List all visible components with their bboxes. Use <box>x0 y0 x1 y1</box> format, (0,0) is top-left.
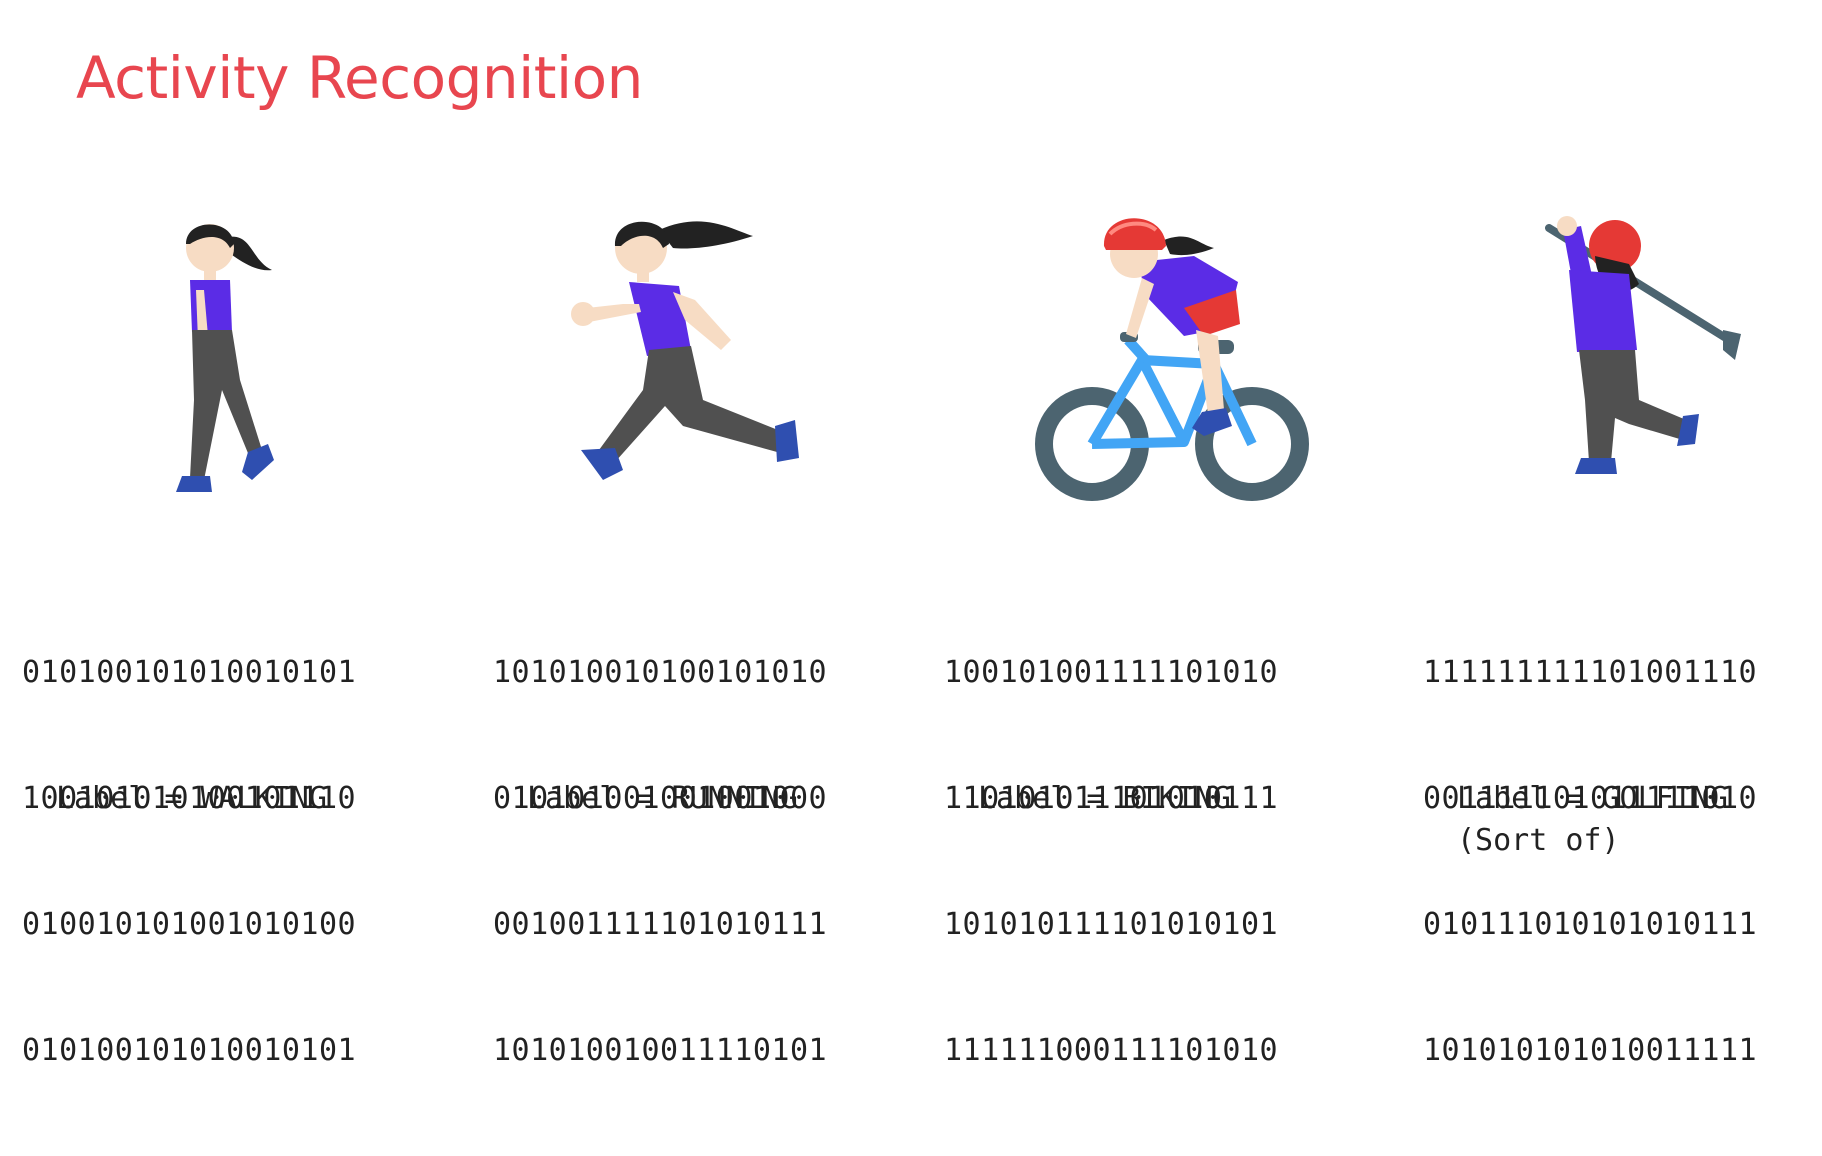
activity-walking: 010100101010010101 100101010100101110 01… <box>22 0 422 1068</box>
activity-golfing: 111111111101001110 001111101011111010 01… <box>1423 0 1822 1068</box>
binary-data-block: 101010010100101010 010101001001001000 00… <box>493 568 827 1156</box>
activity-label: Label = BIKING <box>978 781 1231 816</box>
binary-row: 101010111101010101 <box>944 907 1279 942</box>
activity-label: Label = WALKING <box>56 781 327 816</box>
binary-row: 010100101010010101 <box>22 655 357 690</box>
binary-row: 101010010100101010 <box>493 655 828 690</box>
activity-biking: 100101001111101010 110101011101010111 10… <box>944 0 1344 1068</box>
golfing-woman-icon <box>1545 216 1741 474</box>
activity-label: Label = RUNNING <box>527 781 798 816</box>
running-woman-icon <box>571 221 799 480</box>
binary-row: 111111111101001110 <box>1423 655 1758 690</box>
binary-data-block: 010100101010010101 100101010100101110 01… <box>22 568 356 1156</box>
activity-running: 101010010100101010 010101001001001000 00… <box>493 0 893 1068</box>
binary-row: 111111000111101010 <box>944 1033 1279 1068</box>
binary-row: 100101001111101010 <box>944 655 1279 690</box>
binary-row: 001001111101010111 <box>493 907 828 942</box>
binary-row: 010010101001010100 <box>22 907 357 942</box>
binary-data-block: 100101001111101010 110101011101010111 10… <box>944 568 1278 1156</box>
biking-woman-icon <box>1035 218 1309 501</box>
binary-row: 101010010011110101 <box>493 1033 828 1068</box>
binary-data-block: 111111111101001110 001111101011111010 01… <box>1423 568 1757 1156</box>
binary-row: 010100101010010101 <box>22 1033 357 1068</box>
activity-note: (Sort of) <box>1457 823 1620 858</box>
binary-row: 010111010101010111 <box>1423 907 1758 942</box>
walking-woman-icon <box>176 224 274 492</box>
activity-label: Label = GOLFING <box>1457 781 1728 816</box>
binary-row: 101010101010011111 <box>1423 1033 1758 1068</box>
